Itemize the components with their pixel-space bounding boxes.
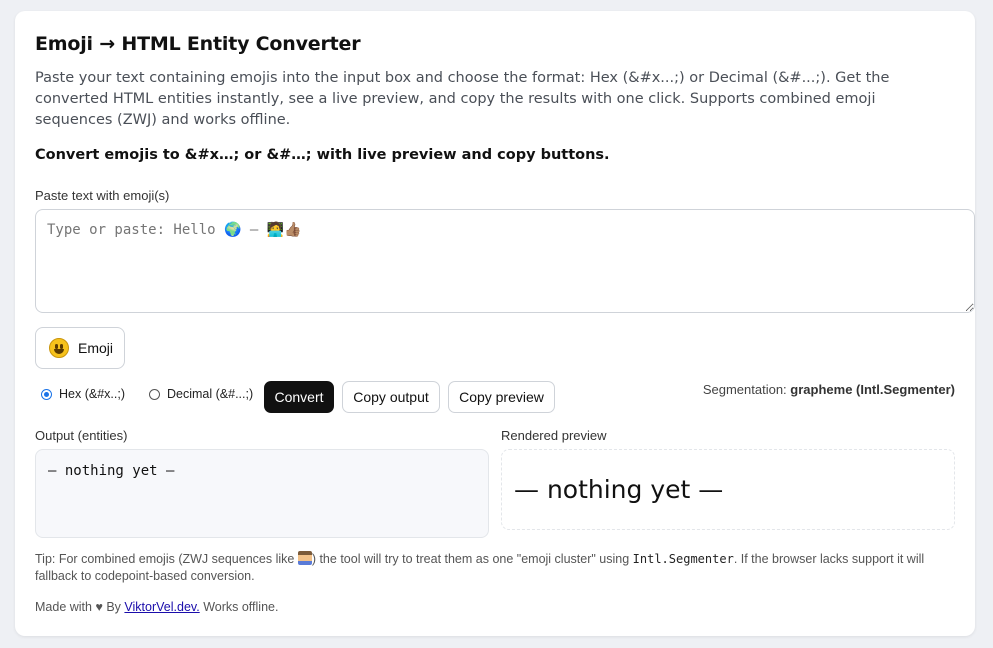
footer-author-link[interactable]: ViktorVel.dev. xyxy=(124,600,199,614)
emoji-text-input[interactable] xyxy=(35,209,975,313)
page-tagline: Convert emojis to &#x…; or &#…; with liv… xyxy=(35,147,610,163)
technologist-emoji-icon xyxy=(297,551,312,565)
decimal-format-radio[interactable]: Decimal (&#...;) xyxy=(149,387,253,401)
tip-code: Intl.Segmenter xyxy=(632,552,734,566)
segmentation-label: Segmentation: xyxy=(702,382,787,397)
copy-output-button[interactable]: Copy output xyxy=(342,381,440,413)
copy-preview-button[interactable]: Copy preview xyxy=(448,381,555,413)
decimal-radio-label: Decimal (&#...;) xyxy=(167,387,254,401)
hex-radio-indicator[interactable] xyxy=(41,388,52,400)
converter-card: Emoji → HTML Entity Converter Paste your… xyxy=(15,11,975,636)
page-description: Paste your text containing emojis into t… xyxy=(35,70,890,128)
decimal-radio-indicator[interactable] xyxy=(149,388,160,400)
output-label: Output (entities) xyxy=(35,428,128,443)
footer-suffix: Works offline. xyxy=(203,600,279,614)
tip-text: Tip: For combined emojis (ZWJ sequences … xyxy=(35,551,950,585)
convert-button[interactable]: Convert xyxy=(264,381,334,413)
hex-radio-label: Hex (&#x..;) xyxy=(59,387,125,401)
rendered-preview-box: — nothing yet — xyxy=(501,449,955,530)
smiley-face-icon xyxy=(49,338,69,358)
emoji-picker-button[interactable]: Emoji xyxy=(35,327,125,369)
page-title: Emoji → HTML Entity Converter xyxy=(35,33,361,55)
input-label: Paste text with emoji(s) xyxy=(35,188,170,203)
footer: Made with ♥ By ViktorVel.dev. Works offl… xyxy=(35,600,278,614)
tip-part-2: ) the tool will try to treat them as one… xyxy=(311,552,633,566)
segmentation-value: grapheme (Intl.Segmenter) xyxy=(790,382,955,397)
segmentation-status: Segmentation: grapheme (Intl.Segmenter) xyxy=(703,382,955,397)
tip-part-1: Tip: For combined emojis (ZWJ sequences … xyxy=(35,552,298,566)
output-entities-box[interactable]: — nothing yet — xyxy=(35,449,489,538)
preview-label: Rendered preview xyxy=(501,428,607,443)
hex-format-radio[interactable]: Hex (&#x..;) xyxy=(41,387,125,401)
footer-made-with: Made with ♥ By xyxy=(35,600,121,614)
emoji-button-label: Emoji xyxy=(78,340,114,356)
